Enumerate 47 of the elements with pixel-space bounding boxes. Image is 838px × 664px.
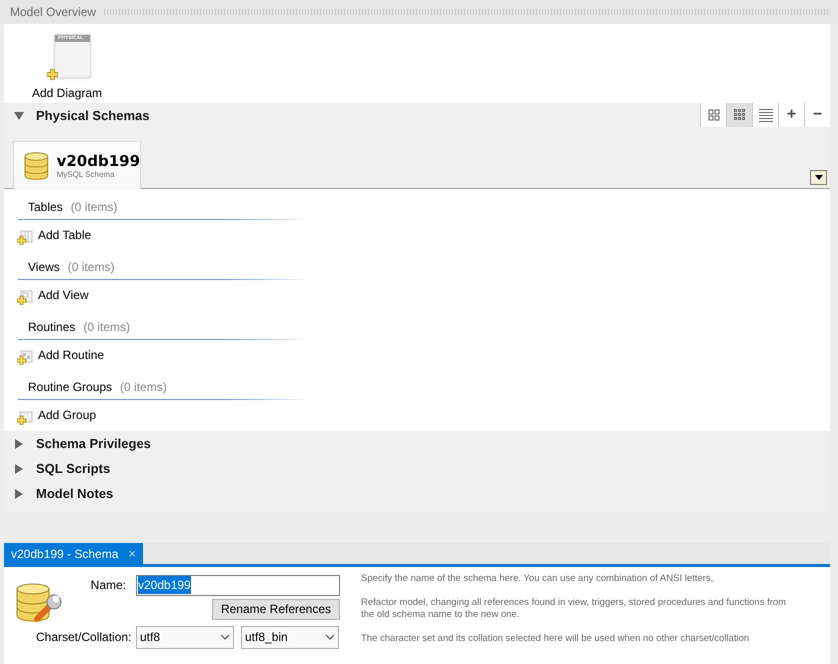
add-table-button[interactable]: Add Table (18, 221, 92, 249)
collapse-triangle-icon[interactable] (14, 110, 24, 120)
large-icons-view-icon (708, 109, 720, 121)
section-title[interactable]: SQL Scripts (36, 458, 110, 478)
collation-dropdown[interactable]: utf8_bin (241, 626, 339, 648)
chevron-down-icon (325, 634, 335, 640)
plus-icon (47, 69, 58, 80)
add-view-icon (17, 290, 34, 304)
small-icons-view-icon (734, 109, 746, 121)
add-button[interactable]: + (778, 103, 804, 127)
section-title[interactable]: Schema Privileges (36, 434, 151, 454)
name-input-field[interactable]: v20db199 (136, 574, 340, 596)
rename-references-button[interactable]: Rename References (212, 598, 340, 620)
add-group-icon (17, 410, 34, 424)
group-title: Routines (28, 319, 76, 336)
schema-tab[interactable]: v20db199 MySQL Schema (13, 141, 141, 189)
dropdown-button[interactable] (810, 170, 827, 185)
caret-icon (814, 175, 822, 180)
add-table-icon (17, 230, 34, 244)
add-routine-button[interactable]: Add Routine (18, 341, 104, 369)
item-count: (0 items) (83, 319, 130, 336)
add-routine-icon (17, 350, 34, 364)
item-count: (0 items) (70, 199, 118, 216)
field-label: Name: (90, 577, 127, 594)
group-title: Routine Groups (28, 379, 112, 396)
add-view-button[interactable]: Add View (18, 281, 88, 309)
item-count: (0 items) (68, 259, 114, 276)
database-icon (24, 150, 49, 180)
expand-triangle-icon[interactable] (14, 438, 24, 448)
charset-dropdown[interactable]: utf8 (136, 626, 234, 648)
help-text: Refactor model, changing all references found in view, triggers, stored procedures and functions from the old schema name to the new one. (361, 597, 788, 621)
expand-triangle-icon[interactable] (14, 464, 24, 474)
help-text: The character set and its collation selected here will be used when no other charset/collation (361, 633, 750, 645)
chevron-down-icon (220, 634, 230, 640)
section-title[interactable]: Model Notes (36, 484, 114, 504)
help-text: Specify the name of the schema here. You can use any combination of ANSI letters, (361, 573, 714, 585)
field-label: Charset/Collation: (36, 629, 132, 646)
add-group-button[interactable]: Add Group (18, 401, 96, 429)
group-title: Tables (28, 199, 63, 216)
section-title[interactable]: Physical Schemas (36, 106, 150, 126)
remove-button[interactable]: − (804, 103, 830, 127)
item-count: (0 items) (120, 379, 167, 396)
group-title: Views (28, 259, 60, 276)
panel-title: Model Overview (10, 4, 96, 21)
list-view-icon (758, 108, 772, 122)
editor-tab[interactable]: v20db199 - Schema × (4, 543, 143, 564)
expand-triangle-icon[interactable] (14, 488, 24, 498)
